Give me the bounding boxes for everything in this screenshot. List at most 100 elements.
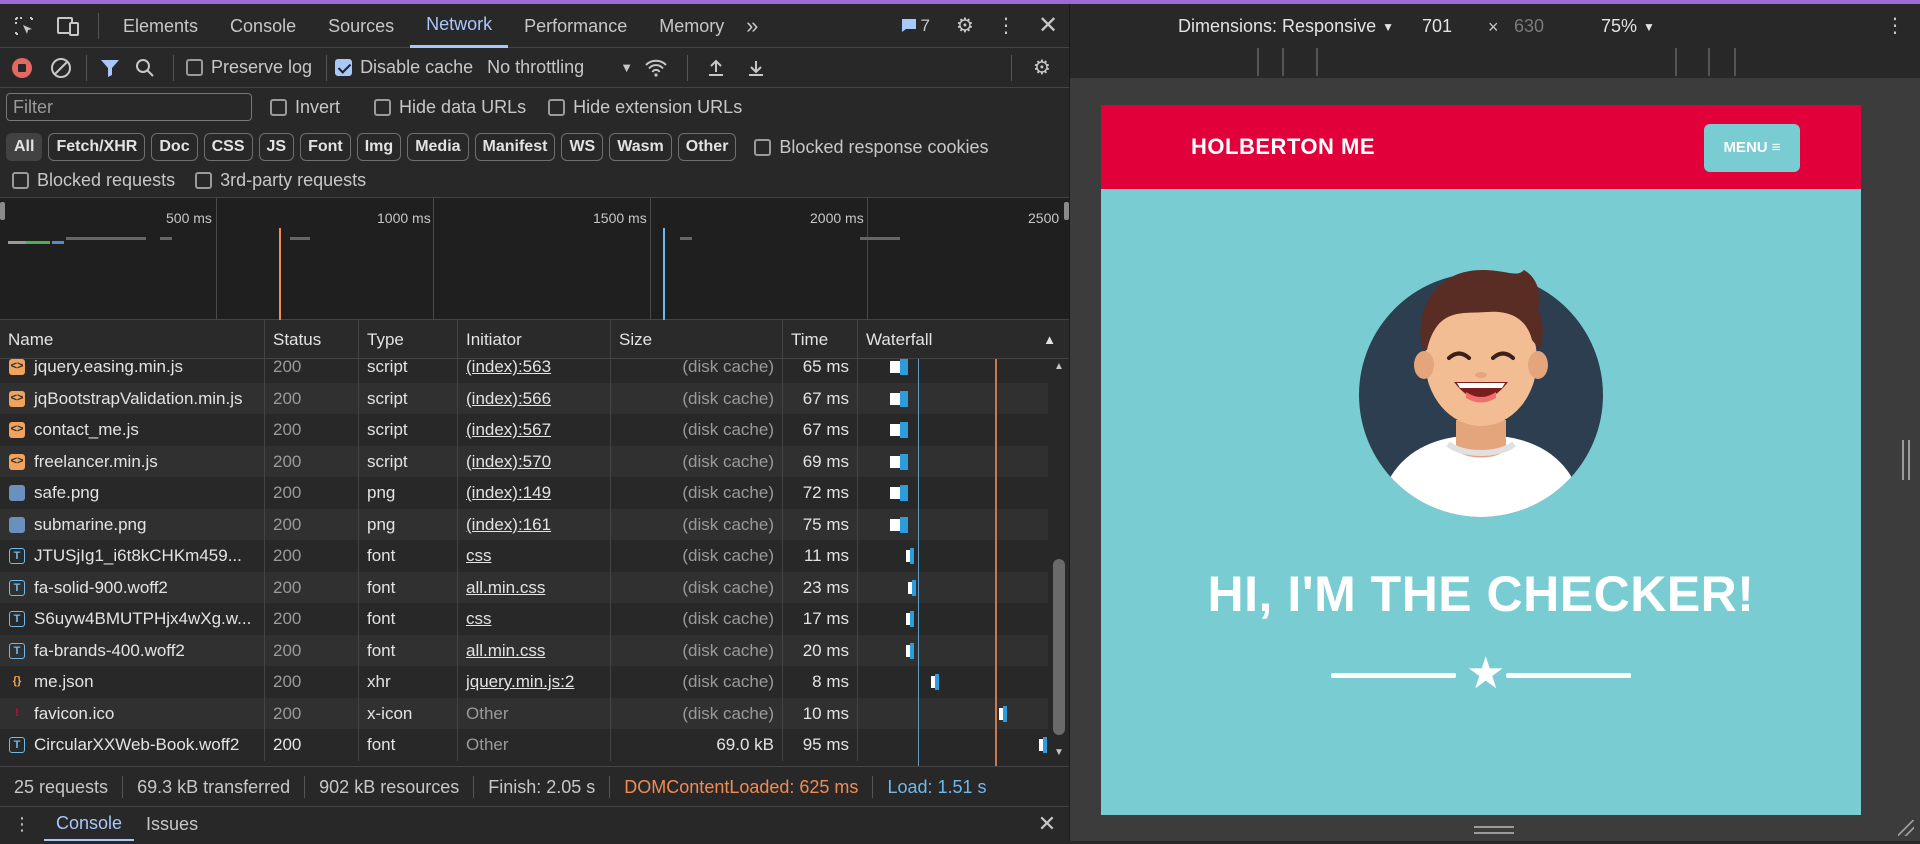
table-row[interactable]: <> contact_me.js 200 script (index):567 (disk… <box>0 414 1048 446</box>
column-header-size[interactable]: Size <box>611 320 783 359</box>
emulated-viewport[interactable]: HOLBERTON ME MENU ≡ HI, I'M THE CHECKER!… <box>1101 105 1861 815</box>
column-header-initiator[interactable]: Initiator <box>458 320 611 359</box>
close-drawer-icon[interactable]: ✕ <box>1024 804 1070 844</box>
type-filter-js[interactable]: JS <box>258 133 295 161</box>
tab-console[interactable]: Console <box>214 4 312 48</box>
issues-counter[interactable]: 7 <box>901 6 930 46</box>
drawer-menu-icon[interactable]: ⋮ <box>0 804 44 844</box>
cell-initiator[interactable]: (index):149 <box>458 477 611 509</box>
network-conditions-icon[interactable] <box>633 48 679 88</box>
zoom-select[interactable]: 75% ▼ <box>1601 16 1655 37</box>
type-filter-other[interactable]: Other <box>677 133 737 161</box>
scroll-up-icon[interactable]: ▲ <box>1054 361 1064 372</box>
device-more-options-icon[interactable]: ⋮ <box>1885 13 1905 38</box>
type-filter-wasm[interactable]: Wasm <box>609 133 672 161</box>
site-menu-button[interactable]: MENU ≡ <box>1704 124 1800 172</box>
record-stop-icon[interactable] <box>0 48 44 88</box>
filter-funnel-icon[interactable] <box>95 48 125 88</box>
cell-initiator[interactable]: (index):566 <box>458 382 611 414</box>
column-header-waterfall[interactable]: Waterfall ▲ <box>858 320 1070 359</box>
site-brand[interactable]: HOLBERTON ME <box>1191 105 1375 189</box>
column-header-time[interactable]: Time <box>783 320 858 359</box>
disable-cache-checkbox[interactable]: Disable cache <box>335 57 473 78</box>
close-devtools-icon[interactable]: ✕ <box>1026 6 1070 46</box>
export-har-download-icon[interactable] <box>736 48 776 88</box>
table-row[interactable]: T CircularXXWeb-Book.woff2 200 font Other 69.… <box>0 729 1048 761</box>
checkbox-box[interactable] <box>270 98 287 116</box>
viewport-height-input[interactable]: 630 <box>1514 16 1574 37</box>
scrollbar-thumb[interactable] <box>1053 559 1065 735</box>
cell-initiator[interactable]: all.min.css <box>458 634 611 666</box>
tab-sources[interactable]: Sources <box>312 4 410 48</box>
cell-initiator[interactable]: (index):563 <box>458 359 611 383</box>
column-header-status[interactable]: Status <box>265 320 359 359</box>
third-party-requests-checkbox[interactable]: 3rd-party requests <box>195 170 366 191</box>
more-options-icon[interactable]: ⋮ <box>986 6 1026 46</box>
type-filter-fetch-xhr[interactable]: Fetch/XHR <box>48 133 146 161</box>
hide-extension-urls-checkbox[interactable]: Hide extension URLs <box>548 97 742 118</box>
table-row[interactable]: T JTUSjIg1_i6t8kCHKm459... 200 font css (disk… <box>0 540 1048 572</box>
table-row[interactable]: <> freelancer.min.js 200 script (index):570 (… <box>0 445 1048 477</box>
resize-bottom-handle[interactable] <box>1474 826 1514 834</box>
filter-input[interactable] <box>6 93 252 121</box>
checkbox-box[interactable] <box>195 172 213 189</box>
settings-gear-icon[interactable]: ⚙ <box>944 6 986 46</box>
device-toolbar-icon[interactable] <box>46 6 90 46</box>
cell-initiator[interactable]: jquery.min.js:2 <box>458 666 611 698</box>
overview-left-handle[interactable] <box>0 202 5 220</box>
hide-data-urls-checkbox[interactable]: Hide data URLs <box>374 97 526 118</box>
resize-right-handle[interactable] <box>1902 440 1910 480</box>
import-har-upload-icon[interactable] <box>696 48 736 88</box>
table-row[interactable]: <> jqBootstrapValidation.min.js 200 script (… <box>0 382 1048 414</box>
type-filter-media[interactable]: Media <box>407 133 469 161</box>
clear-icon[interactable] <box>44 48 78 88</box>
viewport-width-input[interactable]: 701 <box>1422 16 1482 37</box>
drawer-tab-console[interactable]: Console <box>44 808 135 841</box>
table-row[interactable]: Tfa-solid-900.woff2 200 font all.min.css (di… <box>0 571 1048 603</box>
table-row[interactable]: {} me.json 200 xhr jquery.min.js:2 (disk cach… <box>0 666 1048 698</box>
checkbox-box[interactable] <box>754 138 772 156</box>
inspect-element-icon[interactable] <box>2 6 46 46</box>
tab-performance[interactable]: Performance <box>508 4 643 48</box>
cell-initiator[interactable]: (index):567 <box>458 414 611 446</box>
checkbox-box[interactable] <box>374 98 392 116</box>
table-row[interactable]: ! favicon.ico 200 x-icon Other (disk cache) 10… <box>0 697 1048 729</box>
drawer-tab-issues[interactable]: Issues <box>134 814 210 835</box>
type-filter-img[interactable]: Img <box>356 133 402 161</box>
type-filter-ws[interactable]: WS <box>561 133 604 161</box>
more-tabs-chevron-icon[interactable]: » <box>740 6 764 46</box>
type-filter-doc[interactable]: Doc <box>151 133 198 161</box>
column-header-type[interactable]: Type <box>359 320 458 359</box>
preserve-log-checkbox[interactable]: Preserve log <box>186 57 312 78</box>
checkbox-box-checked[interactable] <box>335 59 353 76</box>
cell-initiator[interactable]: (index):161 <box>458 508 611 540</box>
dimensions-select[interactable]: Dimensions: Responsive ▼ <box>1178 16 1394 37</box>
tab-network[interactable]: Network <box>410 4 509 48</box>
table-row[interactable]: T S6uyw4BMUTPHjx4wXg.w... 200 font css (disk … <box>0 603 1048 635</box>
table-row[interactable]: safe.png 200 png (index):149 (disk cache) 72 … <box>0 477 1048 509</box>
blocked-response-cookies-checkbox[interactable]: Blocked response cookies <box>754 137 989 158</box>
network-settings-gear-icon[interactable]: ⚙ <box>1020 48 1064 88</box>
column-header-name[interactable]: Name <box>0 320 265 359</box>
cell-initiator[interactable]: css <box>458 603 611 635</box>
type-filter-manifest[interactable]: Manifest <box>474 133 556 161</box>
type-filter-all[interactable]: All <box>6 133 43 161</box>
checkbox-box[interactable] <box>12 172 29 189</box>
type-filter-css[interactable]: CSS <box>203 133 253 161</box>
search-icon[interactable] <box>125 48 165 88</box>
cell-initiator[interactable]: all.min.css <box>458 571 611 603</box>
blocked-requests-checkbox[interactable]: Blocked requests <box>12 170 175 191</box>
table-row[interactable]: submarine.png 200 png (index):161 (disk cach… <box>0 508 1048 540</box>
cell-initiator[interactable]: (index):570 <box>458 445 611 477</box>
throttling-select[interactable]: No throttling ▼ <box>487 57 633 78</box>
media-query-ruler[interactable] <box>1070 48 1920 78</box>
network-overview-timeline[interactable]: 500 ms 1000 ms 1500 ms 2000 ms 2500 <box>0 198 1070 320</box>
invert-checkbox[interactable]: Invert <box>270 97 340 118</box>
tab-elements[interactable]: Elements <box>107 4 214 48</box>
type-filter-font[interactable]: Font <box>300 133 351 161</box>
table-row[interactable]: Tfa-brands-400.woff2 200 font all.min.css (d… <box>0 634 1048 666</box>
checkbox-box[interactable] <box>186 59 203 76</box>
tab-memory[interactable]: Memory <box>643 4 740 48</box>
table-scrollbar[interactable]: ▲ ▼ <box>1048 359 1070 766</box>
checkbox-box[interactable] <box>548 98 566 116</box>
